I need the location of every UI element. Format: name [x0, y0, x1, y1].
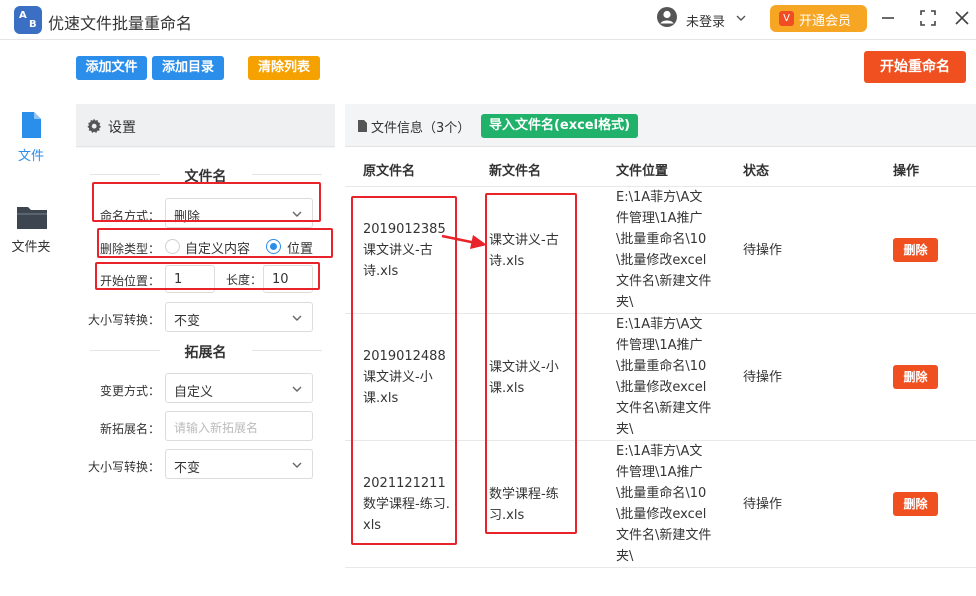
sidebar: 文件 文件夹: [0, 95, 66, 596]
sidebar-item-label: 文件: [17, 149, 44, 164]
user-circle-icon[interactable]: [656, 6, 678, 28]
start-rename-button[interactable]: 开始重命名: [864, 51, 966, 83]
extension-case-label: 大小写转换：: [87, 460, 160, 474]
clear-list-button[interactable]: 清除列表: [248, 56, 320, 80]
annotation-box: [97, 228, 333, 258]
file-icon: [22, 112, 41, 138]
add-directory-button[interactable]: 添加目录: [152, 56, 224, 80]
login-status[interactable]: 未登录: [686, 11, 725, 30]
title-bar: A B 优速文件批量重命名 未登录 V 开通会员: [0, 0, 976, 40]
app-logo: A B: [14, 6, 42, 34]
sidebar-item-label: 文件夹: [11, 240, 51, 255]
chevron-down-icon: [292, 315, 302, 321]
file-info-title: 文件信息（3个）: [371, 121, 471, 136]
status-cell: 待操作: [743, 370, 783, 385]
folder-icon: [17, 207, 47, 229]
extension-section-title: 拓展名: [184, 345, 227, 361]
fullscreen-icon[interactable]: [918, 8, 938, 28]
status-cell: 待操作: [743, 497, 783, 512]
document-icon: [358, 120, 367, 132]
delete-row-button[interactable]: 删除: [893, 492, 938, 516]
column-header[interactable]: 新文件名: [489, 160, 541, 179]
new-extension-label: 新拓展名：: [99, 422, 160, 436]
chevron-down-icon: [292, 386, 302, 392]
delete-row-button[interactable]: 删除: [893, 365, 938, 389]
annotation-box: [92, 182, 321, 222]
close-icon[interactable]: [952, 8, 972, 28]
location-cell: E:\1A菲方\A文件管理\1A推广\批量重命名\10\批量修改excel文件名…: [616, 190, 712, 310]
add-file-button[interactable]: 添加文件: [76, 56, 147, 80]
column-header[interactable]: 状态: [743, 160, 769, 179]
sidebar-item-folder[interactable]: 文件夹: [0, 202, 66, 262]
annotation-box: [485, 193, 577, 534]
vip-button[interactable]: V 开通会员: [770, 5, 867, 32]
location-cell: E:\1A菲方\A文件管理\1A推广\批量重命名\10\批量修改excel文件名…: [616, 317, 712, 437]
arrow-icon: [441, 234, 487, 249]
chevron-down-icon: [292, 462, 302, 468]
status-cell: 待操作: [743, 243, 783, 258]
annotation-box: [95, 262, 320, 290]
file-info-header: 文件信息（3个） 导入文件名(excel格式): [345, 104, 976, 147]
sidebar-item-file[interactable]: 文件: [0, 109, 66, 169]
vip-icon: V: [779, 11, 794, 26]
import-excel-button[interactable]: 导入文件名(excel格式): [481, 114, 638, 138]
new-extension-input[interactable]: 请输入新拓展名: [165, 411, 313, 441]
delete-row-button[interactable]: 删除: [893, 238, 938, 262]
column-header[interactable]: 操作: [893, 160, 919, 179]
location-cell: E:\1A菲方\A文件管理\1A推广\批量重命名\10\批量修改excel文件名…: [616, 444, 712, 564]
case-conversion-select[interactable]: 不变: [165, 302, 313, 332]
column-header[interactable]: 原文件名: [363, 160, 415, 179]
app-title: 优速文件批量重命名: [48, 14, 193, 33]
change-mode-select[interactable]: 自定义: [165, 373, 313, 403]
change-mode-label: 变更方式：: [99, 384, 160, 398]
gear-icon: [87, 118, 101, 133]
extension-case-select[interactable]: 不变: [165, 449, 313, 479]
minimize-icon[interactable]: [878, 8, 898, 28]
column-header[interactable]: 文件位置: [616, 160, 668, 179]
settings-panel: 设置 文件名 命名方式： 删除 删除类型： 自定义内容 位置 开始位置： 1 长…: [76, 104, 335, 596]
chevron-down-icon[interactable]: [736, 13, 746, 23]
settings-title: 设置: [108, 120, 136, 136]
settings-header: 设置: [76, 104, 335, 147]
case-conversion-label: 大小写转换：: [87, 313, 160, 327]
